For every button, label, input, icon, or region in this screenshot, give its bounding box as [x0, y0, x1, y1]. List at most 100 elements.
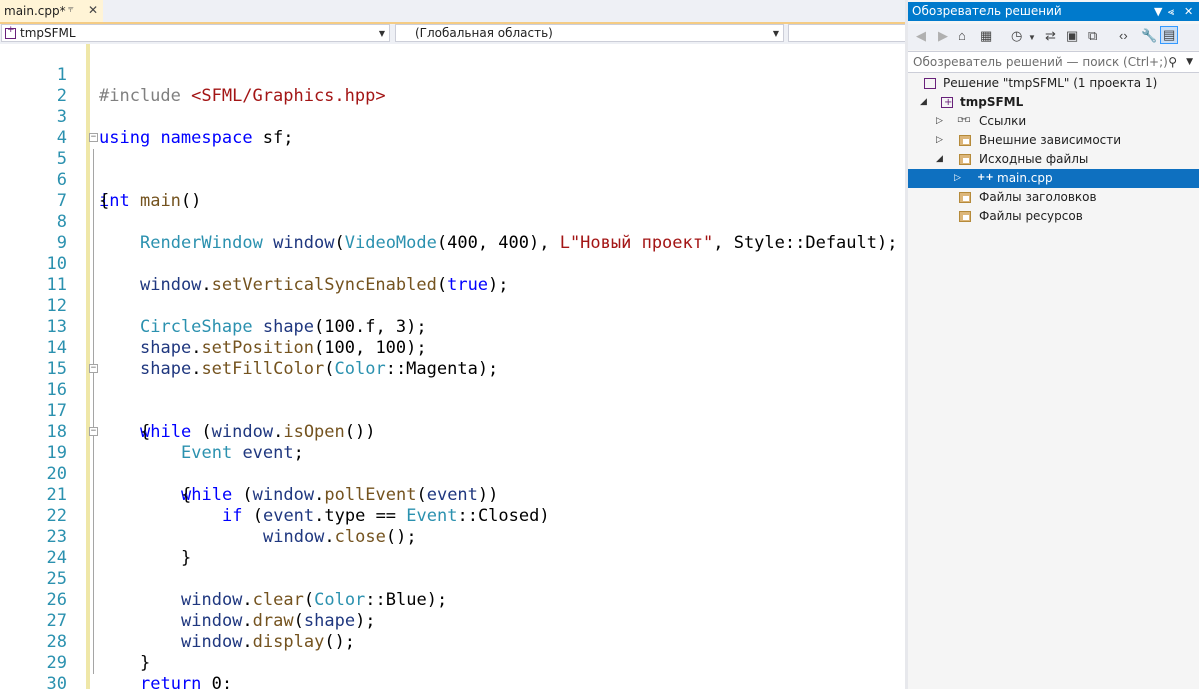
cpp-file-icon [977, 168, 994, 187]
close-icon[interactable]: ✕ [88, 3, 98, 17]
tree-item-label: Файлы заголовков [979, 190, 1097, 204]
tab-title: main.cpp* [4, 4, 66, 18]
cpp-project-icon [941, 93, 953, 112]
code-line: 16 − while (window.isOpen()) [0, 359, 905, 443]
tree-item-solution[interactable]: Решение "tmpSFML" (1 проекта 1) [908, 74, 1199, 93]
tree-item-resource-files[interactable]: Файлы ресурсов [908, 207, 1199, 226]
code-line: 5 − int main() [0, 128, 905, 212]
code-line: 23 } [0, 506, 905, 568]
project-dropdown[interactable]: tmpSFML ▼ [1, 24, 390, 42]
show-all-files-icon[interactable]: ⧉ [1088, 28, 1097, 44]
code-line: 26 window.draw(shape); [0, 569, 905, 631]
tree-item-label: Решение "tmpSFML" (1 проекта 1) [943, 76, 1158, 90]
tree-item-label: main.cpp [997, 171, 1053, 185]
preview-selected-icon[interactable]: ▤ [1160, 26, 1179, 44]
code-line: 19 − while (window.pollEvent(event)) [0, 422, 905, 506]
pending-changes-filter-icon[interactable]: ◷ [1011, 28, 1022, 44]
chevron-down-icon[interactable]: ▼ [1186, 52, 1193, 72]
sync-icon[interactable]: ⇄ [1045, 28, 1056, 44]
code-line: 7 [0, 170, 905, 211]
code-line: 20 { [0, 443, 905, 505]
code-line: 4 [0, 107, 905, 148]
code-line: 30 } [0, 653, 905, 689]
collapsed-arrow-icon[interactable]: ▷ [936, 131, 943, 150]
navigation-bar: tmpSFML ▼ (Глобальная область) ▼ [0, 24, 905, 44]
collapsed-arrow-icon[interactable]: ▷ [954, 169, 961, 188]
code-line: 25 window.clear(Color::Blue); [0, 548, 905, 610]
code-area[interactable]: 1 #include <SFML/Graphics.hpp> 2 3 using… [0, 44, 905, 689]
collapsed-arrow-icon[interactable]: ▷ [936, 112, 943, 131]
code-line: 9 [0, 212, 905, 253]
expanded-arrow-icon[interactable]: ◢ [920, 93, 927, 112]
pin-icon[interactable]: ⫧ [68, 4, 74, 15]
search-placeholder: Обозреватель решений — поиск (Ctrl+;) [913, 55, 1168, 69]
tree-item-source-files[interactable]: ◢ Исходные файлы [908, 150, 1199, 169]
home-icon[interactable]: ⌂ [958, 28, 966, 43]
solution-explorer-title: Обозреватель решений [912, 4, 1062, 18]
view-code-icon[interactable]: ‹› [1119, 28, 1128, 43]
solution-explorer: Обозреватель решений ▼ ⪡ ✕ ◀ ▶ ⌂ ▦ ◷ ▼ ⇄… [908, 0, 1199, 689]
filter-folder-icon [959, 211, 971, 222]
window-menu-icon[interactable]: ▼ [1154, 2, 1162, 21]
solution-explorer-title-bar: Обозреватель решений ▼ ⪡ ✕ [908, 2, 1199, 21]
project-dropdown-value: tmpSFML [20, 26, 76, 40]
tree-item-label: Исходные файлы [979, 152, 1089, 166]
code-line: 12 CircleShape shape(100.f, 3); [0, 275, 905, 337]
scope-dropdown[interactable]: (Глобальная область) ▼ [395, 24, 784, 42]
chevron-down-icon: ▼ [772, 29, 779, 38]
tree-item-label: tmpSFML [960, 95, 1024, 109]
expanded-arrow-icon[interactable]: ◢ [936, 150, 943, 169]
collapse-toggle-icon[interactable]: − [89, 364, 98, 373]
scope-dropdown-value: (Глобальная область) [415, 26, 553, 40]
code-line: 1 #include <SFML/Graphics.hpp> [0, 44, 905, 106]
code-line: 29 return 0; [0, 632, 905, 689]
code-line: 11 [0, 254, 905, 295]
tree-item-references[interactable]: ▷ Ссылки [908, 111, 1199, 131]
tree-item-label: Ссылки [979, 114, 1027, 128]
member-dropdown[interactable] [788, 24, 905, 42]
code-line: 22 window.close(); [0, 485, 905, 547]
references-icon [957, 111, 970, 130]
switch-views-icon[interactable]: ▦ [980, 28, 992, 44]
chevron-down-icon[interactable]: ▼ [1028, 33, 1036, 42]
filter-folder-icon [959, 192, 971, 203]
pin-icon[interactable]: ⪡ [1168, 2, 1174, 21]
code-line: 13 shape.setPosition(100, 100); [0, 296, 905, 358]
code-line: 21 if (event.type == Event::Closed) [0, 464, 905, 526]
code-line: 15 [0, 338, 905, 379]
solution-explorer-toolbar: ◀ ▶ ⌂ ▦ ◷ ▼ ⇄ ▣ ⧉ ‹› 🔧 ▤ [908, 24, 1199, 50]
tree-item-external-dependencies[interactable]: ▷ Внешние зависимости [908, 131, 1199, 150]
collapse-all-icon[interactable]: ▣ [1066, 28, 1078, 44]
properties-icon[interactable]: 🔧 [1141, 28, 1157, 44]
tab-main-cpp[interactable]: main.cpp* ⫧ ✕ [0, 0, 103, 22]
code-line: 6 { [0, 149, 905, 211]
collapse-toggle-icon[interactable]: − [89, 133, 98, 142]
tree-item-label: Файлы ресурсов [979, 209, 1083, 223]
filter-folder-icon [959, 154, 971, 165]
solution-search-box[interactable]: Обозреватель решений — поиск (Ctrl+;) ⚲ … [908, 51, 1199, 73]
code-line: 31 [0, 674, 905, 689]
code-line: 14 shape.setFillColor(Color::Magenta); [0, 317, 905, 379]
search-icon[interactable]: ⚲ [1168, 52, 1177, 72]
collapse-toggle-icon[interactable]: − [89, 427, 98, 436]
code-line: 18 Event event; [0, 401, 905, 463]
tree-item-label: Внешние зависимости [979, 133, 1122, 147]
back-icon[interactable]: ◀ [916, 28, 926, 44]
forward-icon[interactable]: ▶ [938, 28, 948, 44]
close-icon[interactable]: ✕ [1184, 2, 1193, 21]
solution-icon [924, 78, 936, 89]
tree-item-project[interactable]: ◢ tmpSFML [908, 93, 1199, 112]
code-line: 28 } [0, 611, 905, 673]
document-tab-strip: main.cpp* ⫧ ✕ [0, 0, 905, 24]
code-line: 2 [0, 65, 905, 106]
project-icon [5, 25, 16, 39]
code-line: 3 using namespace sf; [0, 86, 905, 148]
code-line: 10 window.setVerticalSyncEnabled(true); [0, 233, 905, 295]
chevron-down-icon: ▼ [378, 29, 385, 38]
code-line: 24 [0, 527, 905, 568]
tree-item-header-files[interactable]: Файлы заголовков [908, 188, 1199, 207]
code-line: 17 { [0, 380, 905, 442]
tree-item-main-cpp[interactable]: ▷ main.cpp [908, 168, 1199, 188]
folder-icon [959, 135, 971, 146]
code-line: 27 window.display(); [0, 590, 905, 652]
